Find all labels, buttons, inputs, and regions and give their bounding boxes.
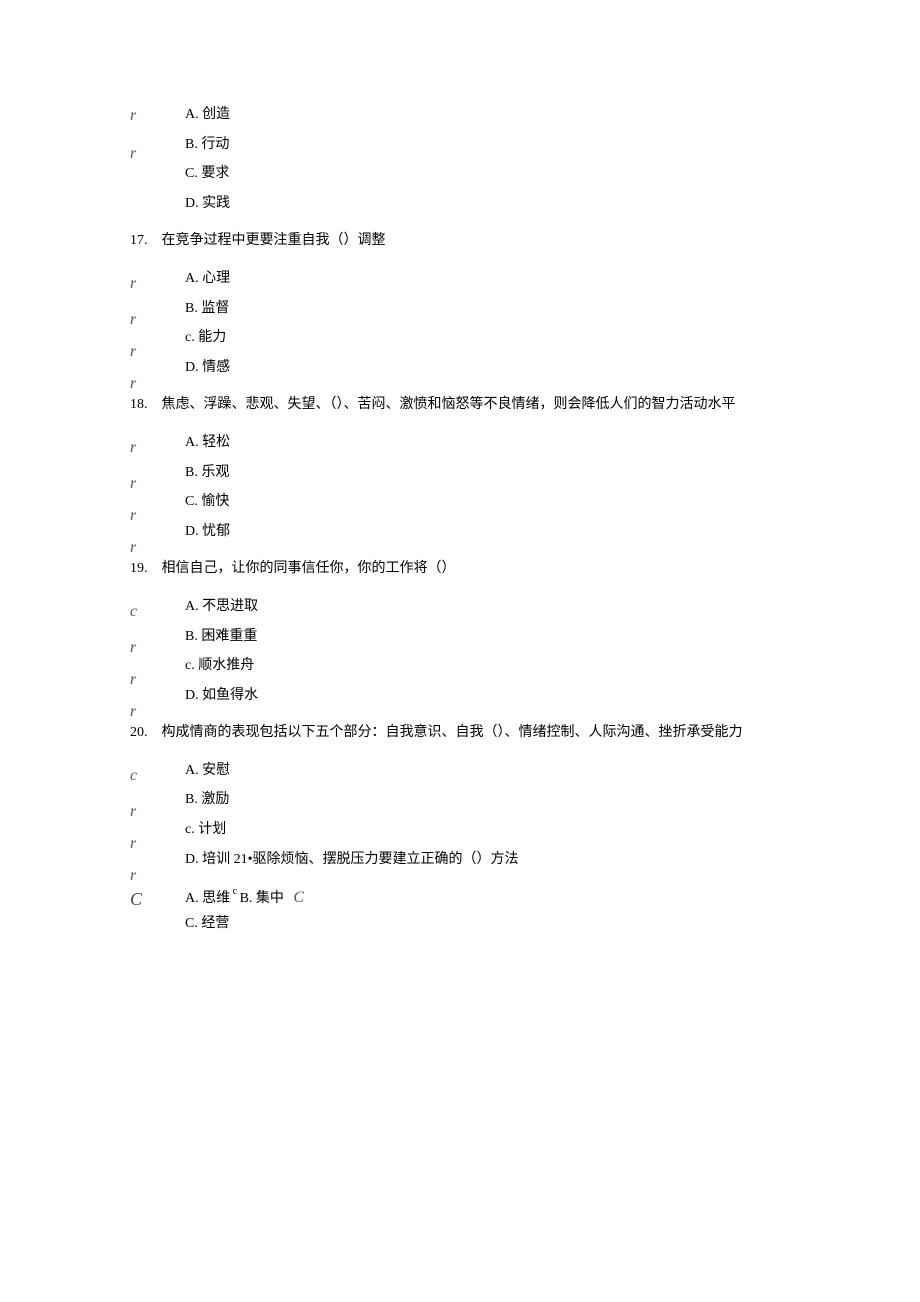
radio-marker-icon: r: [130, 437, 136, 459]
radio-marker-icon: C: [293, 889, 304, 906]
q17-options-block: r A. 心理 r B. 监督 r c. 能力 r D. 情感: [130, 269, 790, 377]
option-a[interactable]: A. 思维: [185, 891, 230, 906]
q18-options-block: r A. 轻松 r B. 乐观 r C. 愉快 r D. 忧郁: [130, 433, 790, 541]
sup-c-marker: c: [230, 886, 239, 897]
option-b[interactable]: B. 乐观: [185, 463, 790, 483]
question-19: 19. 相信自己，让你的同事信任你，你的工作将（）: [130, 559, 790, 579]
q20-options-block: c A. 安慰 r B. 激励 r c. 计划 r D. 培训 21•驱除烦恼、…: [130, 761, 790, 869]
radio-marker-icon: r: [130, 143, 136, 165]
q21-options-block: C A. 思维 c B. 集中 C C. 经营: [130, 887, 790, 933]
option-line-ab: A. 思维 c B. 集中 C: [185, 887, 790, 909]
option-a[interactable]: A. 不思进取: [185, 597, 790, 617]
radio-marker-icon: r: [130, 637, 136, 659]
radio-marker-icon: c: [130, 765, 137, 787]
radio-marker-icon: r: [130, 865, 136, 887]
question-number: 20.: [130, 725, 148, 740]
question-17: 17. 在竞争过程中更要注重自我（）调整: [130, 231, 790, 251]
radio-marker-icon: r: [130, 105, 136, 127]
option-d[interactable]: D. 情感: [185, 358, 790, 378]
option-d[interactable]: D. 如鱼得水: [185, 686, 790, 706]
radio-marker-icon: r: [130, 273, 136, 295]
radio-marker-icon: c: [130, 601, 137, 623]
question-text: 在竞争过程中更要注重自我（）调整: [162, 233, 386, 248]
question-number: 19.: [130, 561, 148, 576]
option-b[interactable]: B. 困难重重: [185, 627, 790, 647]
option-c[interactable]: c. 顺水推舟: [185, 656, 790, 676]
q19-options-block: c A. 不思进取 r B. 困难重重 r c. 顺水推舟 r D. 如鱼得水: [130, 597, 790, 705]
question-text: 相信自己，让你的同事信任你，你的工作将（）: [162, 561, 456, 576]
option-d[interactable]: D. 实践: [185, 194, 790, 214]
option-b[interactable]: B. 激励: [185, 790, 790, 810]
question-18: 18. 焦虑、浮躁、悲观、失望、（）、苦闷、激愤和恼怒等不良情绪，则会降低人们的…: [130, 395, 790, 415]
radio-marker-icon: r: [130, 537, 136, 559]
q16-options-block: r A. 创造 r B. 行动 C. 要求 D. 实践: [130, 105, 790, 213]
radio-marker-icon: r: [130, 341, 136, 363]
option-a[interactable]: A. 创造: [185, 105, 790, 125]
radio-marker-icon: C: [130, 887, 142, 912]
option-a[interactable]: A. 安慰: [185, 761, 790, 781]
option-c[interactable]: C. 愉快: [185, 492, 790, 512]
question-number: 17.: [130, 233, 148, 248]
option-c[interactable]: C. 要求: [185, 164, 790, 184]
radio-marker-icon: r: [130, 473, 136, 495]
radio-marker-icon: r: [130, 505, 136, 527]
radio-marker-icon: r: [130, 701, 136, 723]
option-a[interactable]: A. 轻松: [185, 433, 790, 453]
radio-marker-icon: r: [130, 309, 136, 331]
option-b[interactable]: B. 集中: [240, 891, 284, 906]
radio-marker-icon: r: [130, 801, 136, 823]
radio-marker-icon: r: [130, 669, 136, 691]
option-b[interactable]: B. 监督: [185, 299, 790, 319]
option-c[interactable]: c. 能力: [185, 328, 790, 348]
radio-marker-icon: r: [130, 833, 136, 855]
option-a[interactable]: A. 心理: [185, 269, 790, 289]
option-d[interactable]: D. 忧郁: [185, 522, 790, 542]
question-20: 20. 构成情商的表现包括以下五个部分：自我意识、自我（）、情绪控制、人际沟通、…: [130, 723, 790, 743]
option-c[interactable]: c. 计划: [185, 820, 790, 840]
question-number: 18.: [130, 397, 148, 412]
option-d[interactable]: D. 培训 21•驱除烦恼、摆脱压力要建立正确的（）方法: [185, 850, 790, 870]
radio-marker-icon: r: [130, 373, 136, 395]
option-b[interactable]: B. 行动: [185, 135, 790, 155]
question-text: 焦虑、浮躁、悲观、失望、（）、苦闷、激愤和恼怒等不良情绪，则会降低人们的智力活动…: [162, 397, 736, 412]
document-page: r A. 创造 r B. 行动 C. 要求 D. 实践 17. 在竞争过程中更要…: [0, 0, 920, 1302]
option-c[interactable]: C. 经营: [185, 914, 790, 934]
question-text: 构成情商的表现包括以下五个部分：自我意识、自我（）、情绪控制、人际沟通、挫折承受…: [162, 725, 743, 740]
